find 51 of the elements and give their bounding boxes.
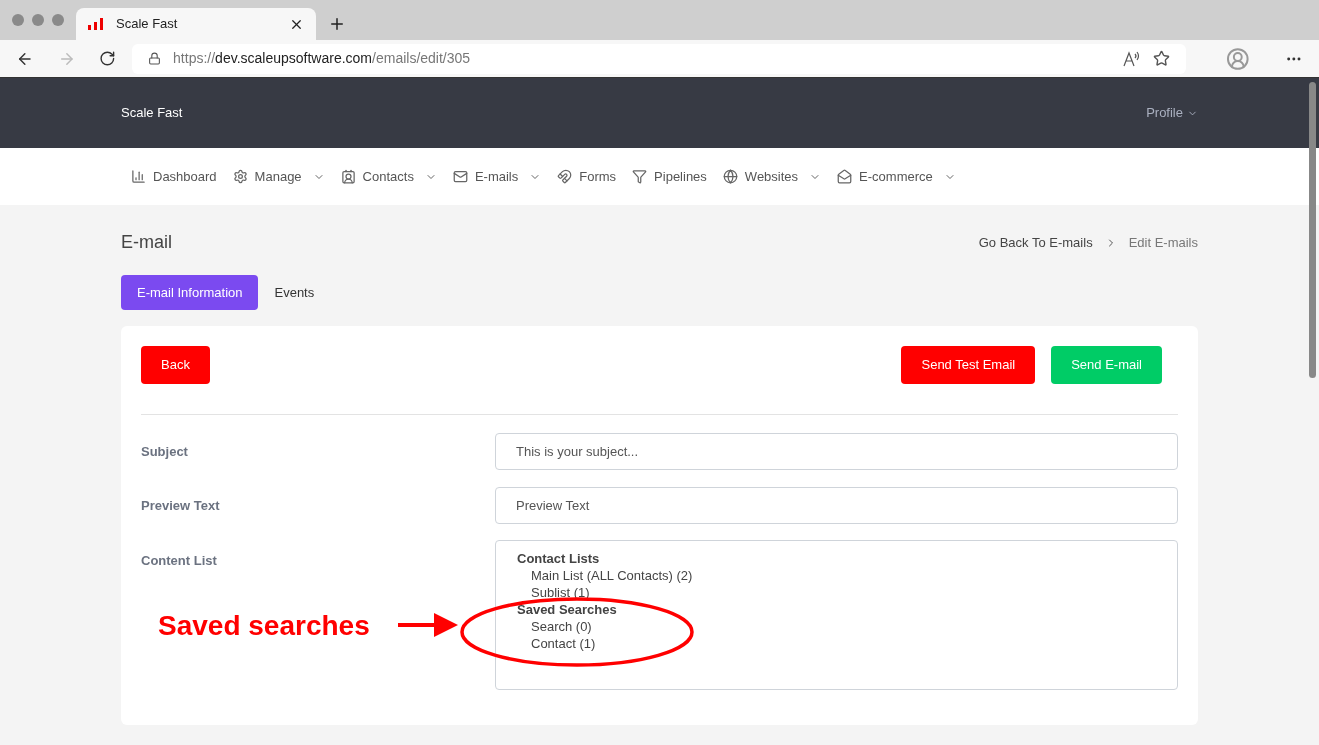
read-aloud-icon[interactable] xyxy=(1122,50,1141,67)
list-option[interactable]: Main List (ALL Contacts) (2) xyxy=(517,567,693,584)
gear-icon xyxy=(232,169,248,184)
tab[interactable]: E-mail Information xyxy=(121,275,259,310)
mail-icon xyxy=(452,169,468,184)
nav-item[interactable]: Dashboard xyxy=(131,166,217,187)
nav-item[interactable]: Manage xyxy=(232,166,325,187)
field-label: Content List xyxy=(141,553,217,568)
breadcrumb-link[interactable]: Go Back To E-mails xyxy=(978,232,1093,253)
globe-icon xyxy=(722,169,738,184)
list-option[interactable]: Search (0) xyxy=(517,618,592,635)
list-group-label: Saved Searches xyxy=(517,601,617,618)
scrollbar-thumb[interactable] xyxy=(1309,82,1316,378)
annotation-arrow xyxy=(398,612,458,638)
tab-title: Scale Fast xyxy=(116,15,179,34)
nav-item[interactable]: Websites xyxy=(722,166,822,187)
reload-icon[interactable] xyxy=(99,50,117,67)
lock-icon xyxy=(148,52,162,65)
nav-item[interactable]: Forms xyxy=(557,166,617,187)
url-text: /emails/edit/305 xyxy=(372,49,471,68)
magnet-icon xyxy=(557,169,573,184)
bar-chart-icon xyxy=(131,169,146,184)
brand-name[interactable]: Scale Fast xyxy=(121,103,183,123)
tab[interactable]: Events xyxy=(258,275,331,310)
browser-tab[interactable]: Scale Fast xyxy=(76,8,316,40)
back-button[interactable]: Back xyxy=(141,346,210,384)
page-title: E-mail xyxy=(121,231,172,254)
list-group-label: Contact Lists xyxy=(517,550,600,567)
annotation-label: Saved searches xyxy=(158,609,370,643)
breadcrumb-current: Edit E-mails xyxy=(1128,233,1198,252)
filter-icon xyxy=(632,169,648,184)
envelope-icon xyxy=(837,169,853,184)
favorite-add-icon[interactable] xyxy=(1152,50,1170,67)
nav-item[interactable]: Contacts xyxy=(340,166,437,187)
field-label: Subject xyxy=(141,444,188,459)
nav-item[interactable]: Pipelines xyxy=(632,166,707,187)
new-tab-icon[interactable] xyxy=(328,15,346,33)
field-label: Preview Text xyxy=(141,498,220,513)
input-field[interactable]: This is your subject... xyxy=(495,432,1178,470)
input-field[interactable]: Preview Text xyxy=(495,486,1178,524)
send-test-email-button[interactable]: Send Test Email xyxy=(901,346,1036,384)
url-text: https:// xyxy=(173,49,216,68)
profile-avatar-icon[interactable] xyxy=(1225,46,1250,71)
nav-item[interactable]: E-mails xyxy=(452,166,542,187)
list-option[interactable]: Contact (1) xyxy=(517,635,596,652)
contact-card-icon xyxy=(340,169,356,184)
profile-menu[interactable]: Profile xyxy=(1146,103,1198,123)
address-bar[interactable]: https://dev.scaleupsoftware.com/emails/edit/305 xyxy=(132,43,1186,74)
bar-chart-logo-icon xyxy=(88,18,104,30)
url-text: dev.scaleupsoftware.com xyxy=(215,49,373,68)
nav-item[interactable]: E-commerce xyxy=(837,166,956,187)
